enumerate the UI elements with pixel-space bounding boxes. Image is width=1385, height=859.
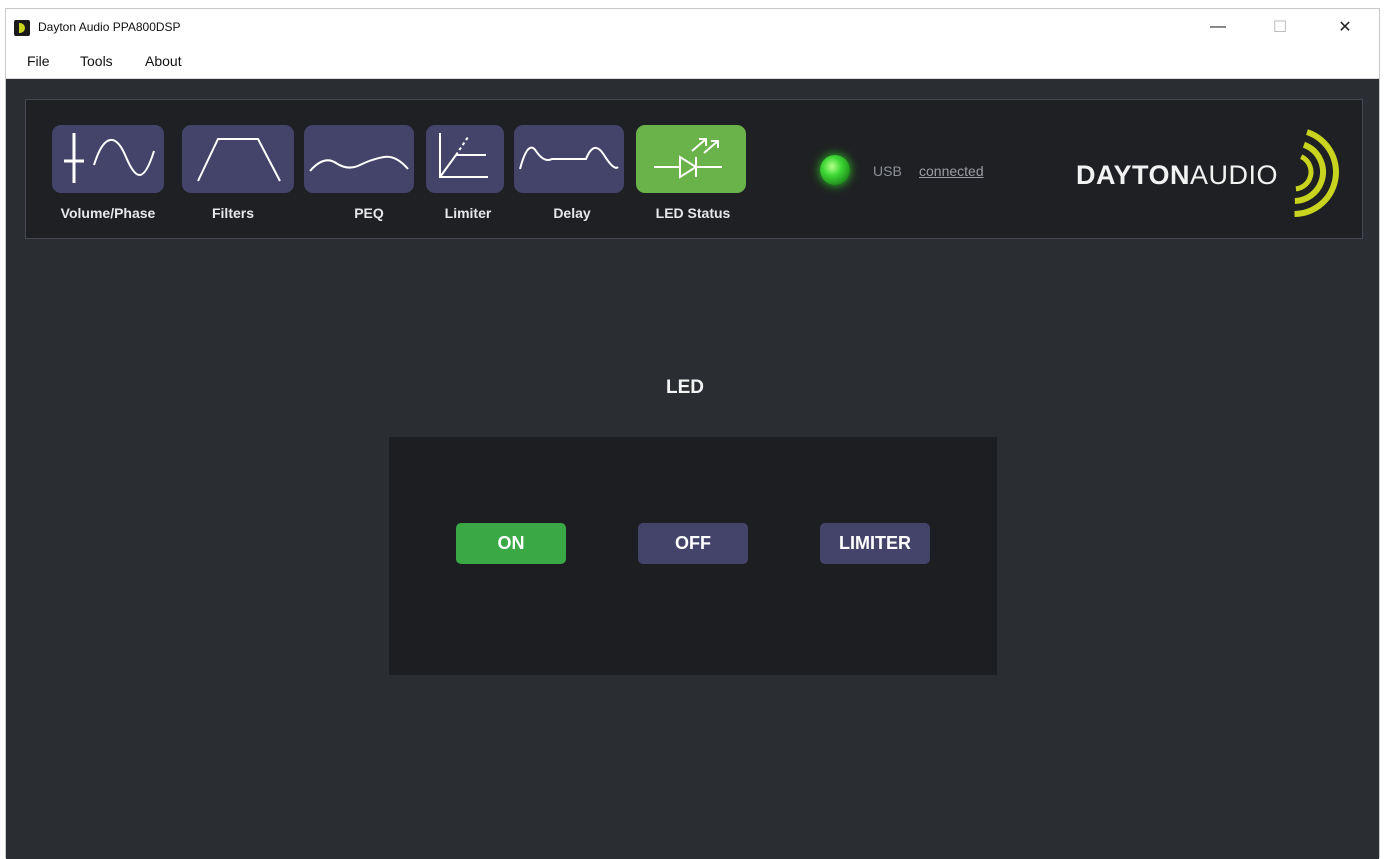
led-panel: ON OFF LIMITER: [389, 437, 997, 675]
logo-text-light: AUDIO: [1190, 160, 1279, 190]
usb-label: USB: [873, 163, 902, 179]
app-window: Dayton Audio PPA800DSP — ☐ ✕ File Tools …: [5, 8, 1380, 859]
tool-filters[interactable]: [182, 125, 294, 193]
delay-icon: [519, 146, 619, 170]
tool-label-volume-phase: Volume/Phase: [60, 205, 156, 221]
tool-label-filters: Filters: [211, 205, 255, 221]
led-status-icon: [654, 138, 722, 179]
tool-led-status[interactable]: [636, 125, 746, 193]
maximize-button[interactable]: ☐: [1257, 9, 1303, 45]
limiter-icon: [439, 133, 488, 178]
tool-label-limiter: Limiter: [444, 205, 492, 221]
led-off-button[interactable]: OFF: [638, 523, 748, 564]
volume-phase-icon: [64, 133, 155, 183]
close-button[interactable]: ✕: [1322, 9, 1368, 45]
app-icon: [14, 20, 30, 36]
logo-text-bold: DAYTON: [1076, 160, 1191, 190]
tool-peq[interactable]: [304, 125, 414, 193]
dayton-audio-logo: DAYTONAUDIO: [1076, 122, 1346, 218]
tool-toolbar: Volume/Phase Filters PEQ Limiter Delay L…: [25, 99, 1363, 239]
peq-icon: [309, 155, 409, 172]
tool-label-peq: PEQ: [354, 205, 384, 221]
menu-file[interactable]: File: [27, 53, 50, 69]
led-on-button[interactable]: ON: [456, 523, 566, 564]
logo-text: DAYTONAUDIO: [1076, 160, 1278, 191]
menu-tools[interactable]: Tools: [80, 53, 113, 69]
usb-connection-status[interactable]: connected: [919, 163, 984, 179]
tool-label-led-status: LED Status: [655, 205, 731, 221]
main-content: Volume/Phase Filters PEQ Limiter Delay L…: [6, 79, 1379, 859]
tool-label-delay: Delay: [553, 205, 591, 221]
led-panel-title: LED: [666, 377, 704, 398]
tool-delay[interactable]: [514, 125, 624, 193]
minimize-button[interactable]: —: [1195, 9, 1241, 45]
usb-status-indicator: [820, 155, 850, 185]
menu-about[interactable]: About: [145, 53, 182, 69]
window-title: Dayton Audio PPA800DSP: [38, 20, 181, 34]
menu-bar: File Tools About: [6, 45, 1379, 79]
title-bar[interactable]: Dayton Audio PPA800DSP — ☐ ✕: [6, 9, 1379, 45]
led-limiter-button[interactable]: LIMITER: [820, 523, 930, 564]
filters-icon: [197, 138, 281, 182]
tool-limiter[interactable]: [426, 125, 504, 193]
tool-volume-phase[interactable]: [52, 125, 164, 193]
